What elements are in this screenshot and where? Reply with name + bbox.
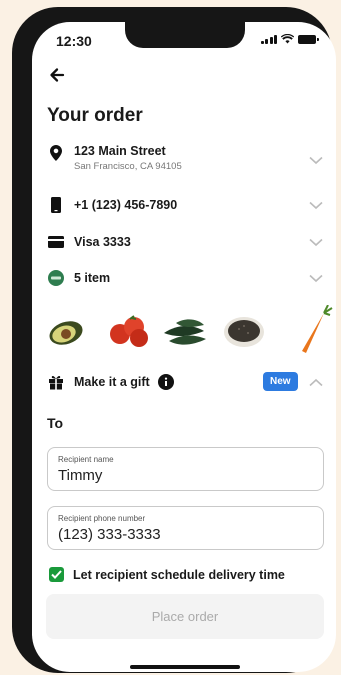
- avocado-image: [49, 321, 83, 345]
- tomatoes-image: [110, 315, 148, 347]
- screen: 12:30 Your order 123 Main Street San Fra…: [32, 22, 336, 672]
- gift-label: Make it a gift: [74, 375, 150, 389]
- carrot-image: [302, 305, 333, 353]
- recipient-heading: To: [47, 415, 64, 431]
- chia-seeds-image: [224, 317, 264, 347]
- location-pin-icon: [47, 144, 65, 162]
- signal-icon: [260, 34, 277, 44]
- product-images: [49, 305, 333, 353]
- mobile-phone-icon: [47, 196, 65, 214]
- status-icons: [260, 34, 319, 44]
- payment-card: Visa 3333: [74, 235, 131, 249]
- recipient-phone-value[interactable]: (123) 333-3333: [58, 526, 313, 543]
- phone-frame: 12:30 Your order 123 Main Street San Fra…: [12, 7, 336, 673]
- home-indicator[interactable]: [130, 665, 240, 669]
- phone-number: +1 (123) 456-7890: [74, 198, 178, 212]
- status-time: 12:30: [56, 33, 92, 49]
- address-line2: San Francisco, CA 94105: [74, 161, 182, 172]
- checkmark-icon: [51, 570, 62, 579]
- chevron-down-icon[interactable]: [309, 274, 323, 283]
- kale-image: [164, 319, 206, 345]
- recipient-name-label: Recipient name: [58, 455, 114, 464]
- new-badge: New: [263, 372, 298, 391]
- notch: [125, 22, 245, 48]
- checkbox-checked[interactable]: [49, 567, 64, 582]
- address-row[interactable]: 123 Main Street San Francisco, CA 94105: [47, 144, 323, 172]
- chevron-down-icon[interactable]: [309, 201, 323, 210]
- schedule-label: Let recipient schedule delivery time: [73, 567, 285, 582]
- store-logo-icon: [47, 269, 65, 287]
- place-order-button[interactable]: Place order: [46, 594, 324, 639]
- recipient-phone-field[interactable]: Recipient phone number (123) 333-3333: [47, 506, 324, 550]
- battery-icon: [298, 34, 319, 44]
- chevron-down-icon[interactable]: [309, 238, 323, 247]
- recipient-name-field[interactable]: Recipient name Timmy: [47, 447, 324, 491]
- back-arrow-icon[interactable]: [47, 65, 67, 85]
- gift-icon: [47, 373, 65, 391]
- schedule-checkbox-row[interactable]: Let recipient schedule delivery time: [49, 567, 285, 582]
- address-line1: 123 Main Street: [74, 144, 166, 158]
- credit-card-icon: [47, 233, 65, 251]
- payment-row[interactable]: Visa 3333: [47, 233, 323, 251]
- recipient-name-value[interactable]: Timmy: [58, 467, 313, 484]
- recipient-phone-label: Recipient phone number: [58, 514, 146, 523]
- items-count: 5 item: [74, 271, 111, 285]
- wifi-icon: [281, 34, 294, 44]
- phone-row[interactable]: +1 (123) 456-7890: [47, 196, 323, 214]
- chevron-up-icon[interactable]: [309, 378, 323, 387]
- page-title: Your order: [47, 105, 143, 126]
- chevron-down-icon[interactable]: [309, 156, 323, 165]
- items-row[interactable]: 5 item: [47, 269, 323, 287]
- info-icon[interactable]: [157, 374, 174, 390]
